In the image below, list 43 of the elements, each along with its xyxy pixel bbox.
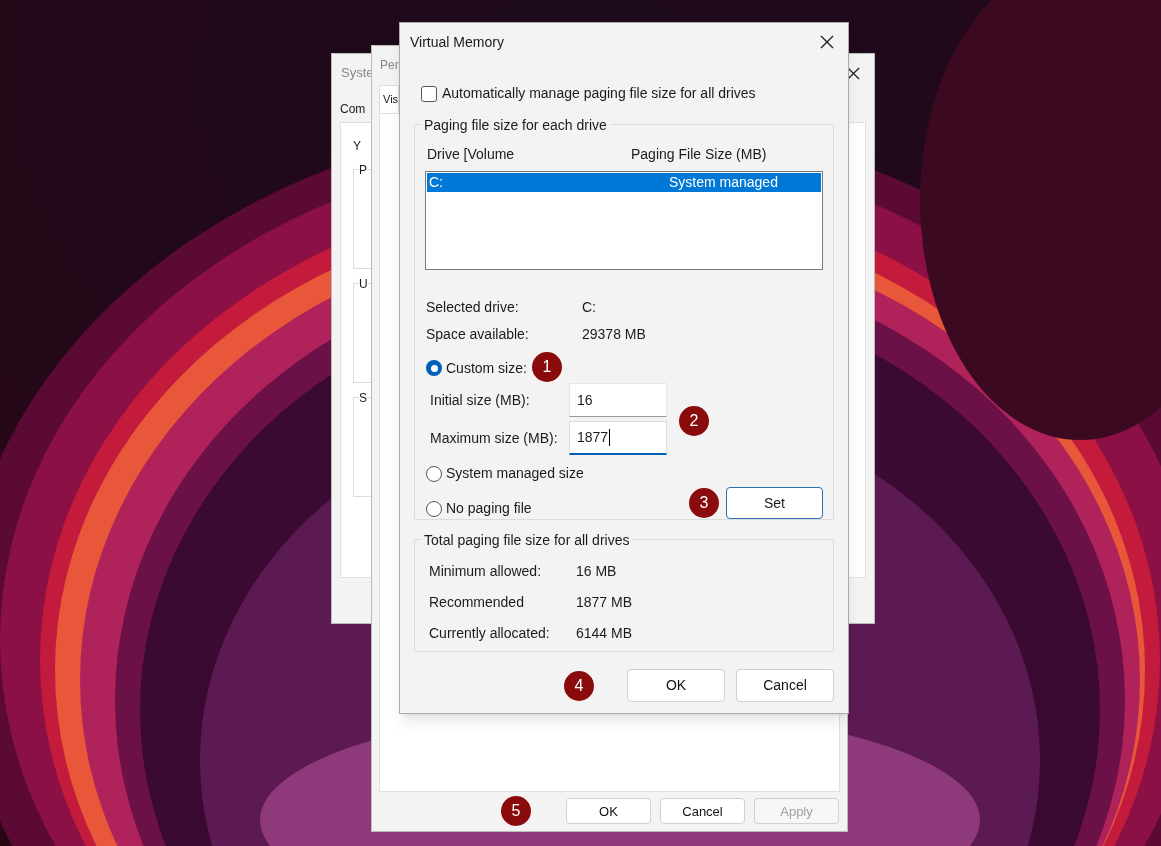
step-number-badge: 2 (679, 406, 709, 436)
step-number-badge: 5 (501, 796, 531, 827)
radio-button[interactable] (426, 465, 442, 482)
radio-label[interactable]: Custom size: (446, 357, 527, 379)
total-value: 1877 MB (576, 593, 633, 612)
total-label: Recommended (429, 593, 525, 612)
info-label: Space available: (425, 325, 530, 344)
radio-button[interactable] (426, 360, 442, 376)
list-row[interactable]: C: System managed (427, 173, 821, 192)
total-label: Currently allocated: (429, 624, 551, 643)
text-cursor (609, 429, 611, 446)
column-header: Paging File Size (MB) (631, 145, 767, 164)
radio-label[interactable]: No paging file (446, 498, 532, 519)
step-number-badge: 3 (689, 488, 719, 518)
total-value: 6144 MB (576, 624, 633, 643)
tab[interactable]: Vis (379, 84, 400, 113)
section-label: Y (353, 138, 361, 155)
dialog-title: Virtual Memory (410, 32, 504, 52)
info-value: 29378 MB (582, 325, 646, 344)
step-number-badge: 4 (564, 670, 594, 701)
total-value: 16 MB (576, 562, 617, 581)
close-icon[interactable] (820, 35, 834, 49)
window-title: Per (380, 56, 399, 74)
field-label: Maximum size (MB): (429, 428, 559, 448)
info-label: Selected drive: (425, 298, 520, 317)
radio-label[interactable]: System managed size (446, 463, 584, 484)
info-value: C: (582, 298, 596, 317)
checkbox-label[interactable]: Automatically manage paging file size for all drives (442, 83, 756, 104)
dialog-button[interactable]: Cancel (660, 798, 745, 825)
radio-button[interactable] (426, 500, 442, 517)
dialog-button[interactable]: OK (566, 798, 651, 825)
checkbox[interactable] (421, 85, 437, 102)
column-header: Drive [Volume (426, 145, 516, 164)
input-field[interactable]: 1877 (569, 421, 667, 455)
dialog-button[interactable]: OK (627, 669, 725, 702)
tab[interactable]: Com (340, 96, 366, 122)
set-button[interactable]: Set (726, 487, 823, 519)
step-number-badge: 1 (531, 352, 562, 382)
total-label: Minimum allowed: (429, 562, 543, 581)
field-label: Initial size (MB): (429, 390, 531, 410)
input-field[interactable]: 16 (569, 383, 667, 417)
close-icon[interactable] (847, 66, 860, 80)
dialog-button[interactable]: Cancel (736, 669, 834, 702)
